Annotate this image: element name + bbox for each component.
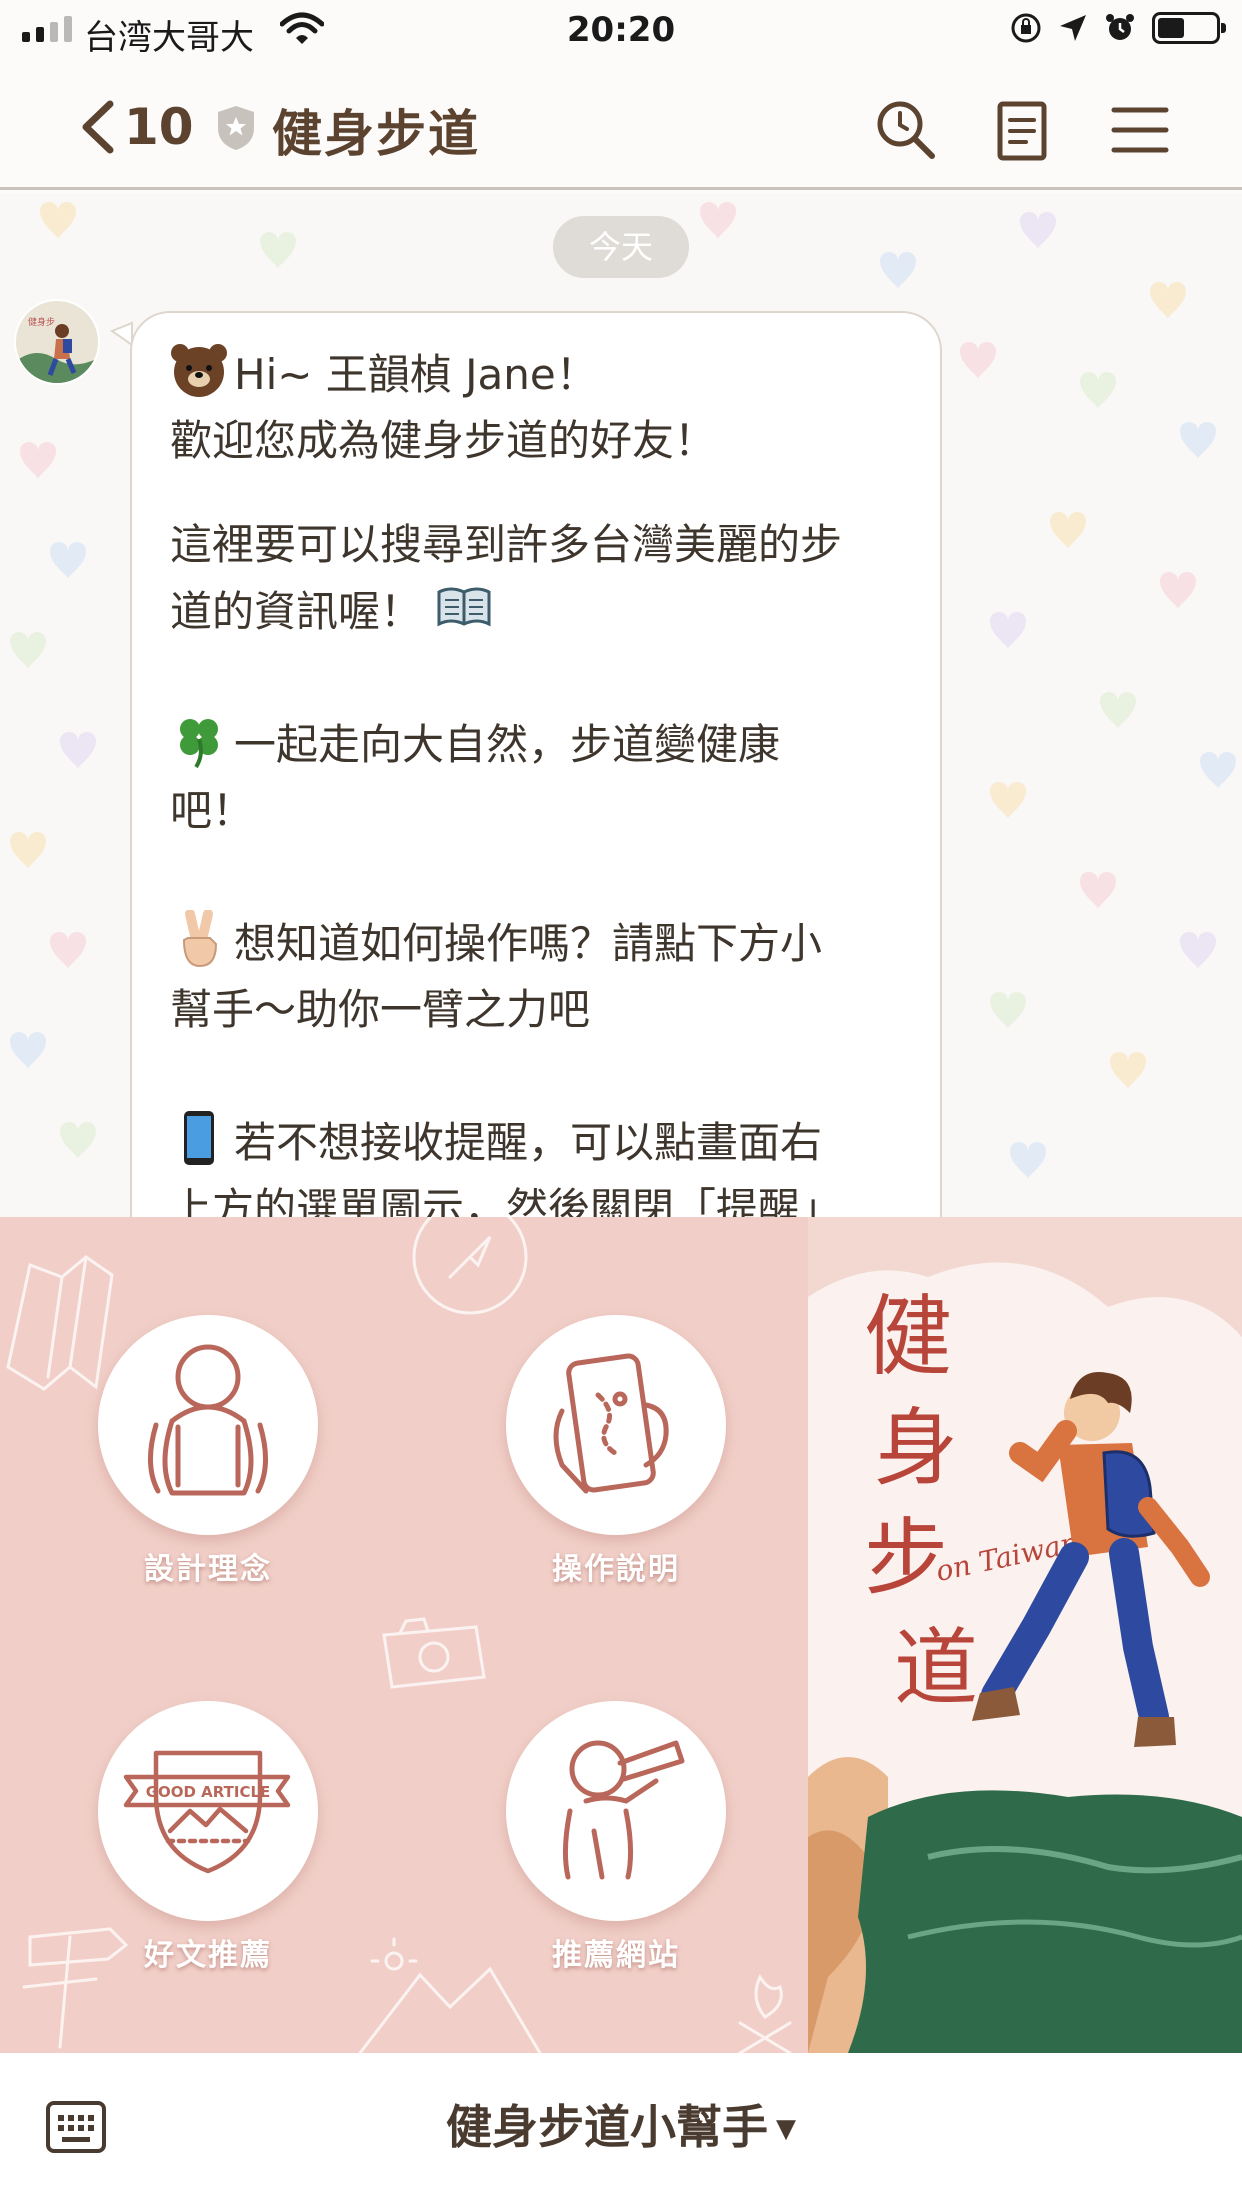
hand-holding-phone-icon (553, 1353, 669, 1494)
notify-line-1: 若不想接收提醒，可以點畫面右 (234, 1118, 823, 1167)
bottom-menu-bar: 健身步道小幫手 ▼ (0, 2053, 1242, 2208)
open-book-emoji-icon (437, 587, 491, 627)
svg-text:健身步: 健身步 (28, 316, 55, 328)
help-line-1: 想知道如何操作嗎？請點下方小 (234, 919, 823, 968)
rich-menu-title: 健身步道小幫手 (446, 2100, 768, 2154)
back-chevron-icon[interactable] (78, 100, 118, 154)
design-concept-label: 設計理念 (144, 1552, 272, 1587)
location-icon (1060, 15, 1086, 41)
bear-emoji-icon (171, 344, 227, 397)
recommended-websites-label: 推薦網站 (552, 1938, 680, 1973)
unread-count[interactable]: 10 (124, 98, 194, 156)
greeting-line: Hi~ 王韻楨 Jane！ (234, 350, 598, 399)
svg-text:身: 身 (874, 1399, 958, 1497)
nature-line-2: 吧！ (170, 786, 255, 835)
status-bar: 台湾大哥大 20:20 (0, 0, 1242, 62)
battery-icon (1152, 12, 1226, 44)
intro-line-1: 這裡要可以搜尋到許多台灣美麗的步 (170, 520, 843, 569)
instructions-label: 操作說明 (552, 1552, 680, 1587)
caret-down-icon: ▼ (776, 2114, 796, 2144)
notes-icon[interactable] (990, 98, 1054, 162)
nature-line-1: 一起走向大自然，步道變健康 (234, 720, 781, 769)
welcome-line: 歡迎您成為健身步道的好友！ (170, 416, 717, 465)
recommended-articles-label: 好文推薦 (144, 1938, 272, 1973)
instructions-button[interactable] (506, 1315, 726, 1535)
good-article-text: GOOD ARTICLE (146, 1783, 271, 1801)
search-icon[interactable] (874, 98, 938, 162)
svg-text:健: 健 (864, 1285, 952, 1388)
person-with-binoculars-icon (562, 1740, 685, 1880)
svg-text:道: 道 (894, 1619, 978, 1717)
four-leaf-clover-emoji-icon (180, 719, 218, 769)
bot-avatar[interactable]: 健身步 (14, 299, 100, 385)
recommended-articles-button[interactable]: GOOD ARTICLE (98, 1701, 318, 1921)
help-line-2: 幫手～助你一臂之力吧 (170, 985, 591, 1034)
design-concept-button[interactable] (98, 1315, 318, 1535)
shield-icon (218, 106, 254, 150)
date-separator: 今天 (553, 216, 689, 278)
hiker-illustration: 健 身 步 道 on Taiwan (808, 1217, 1242, 2053)
rich-menu-toggle[interactable]: 健身步道小幫手 ▼ (0, 2091, 1242, 2157)
chat-header: 10 健身步道 (0, 62, 1242, 190)
victory-hand-emoji-icon (182, 910, 218, 968)
notify-line-2: 上方的選單圖示，然後關閉「提醒」 (170, 1184, 843, 1217)
intro-line-2: 道的資訊喔！ (170, 587, 423, 636)
menu-icon[interactable] (1108, 98, 1172, 162)
orientation-lock-icon (1011, 13, 1041, 43)
chat-title: 健身步道 (272, 105, 480, 163)
recommended-websites-button[interactable] (506, 1701, 726, 1921)
message-bubble[interactable]: Hi~ 王韻楨 Jane！ 歡迎您成為健身步道的好友！ 這裡要可以搜尋到許多台灣… (130, 311, 942, 1217)
good-article-badge-icon: GOOD ARTICLE (123, 1750, 291, 1874)
person-with-backpack-icon (147, 1344, 269, 1496)
alarm-icon (1106, 14, 1134, 40)
chat-area: 今天 健身步 Hi~ 王韻楨 Jane！ 歡迎您成為健身步道的好友！ 這裡要可以… (0, 193, 1242, 1217)
rich-menu: 設計理念 操作說明 GOOD ARTICLE 好文推薦 推薦網站 健 身 步 道… (0, 1217, 1242, 2053)
mobile-phone-emoji-icon (184, 1111, 214, 1165)
